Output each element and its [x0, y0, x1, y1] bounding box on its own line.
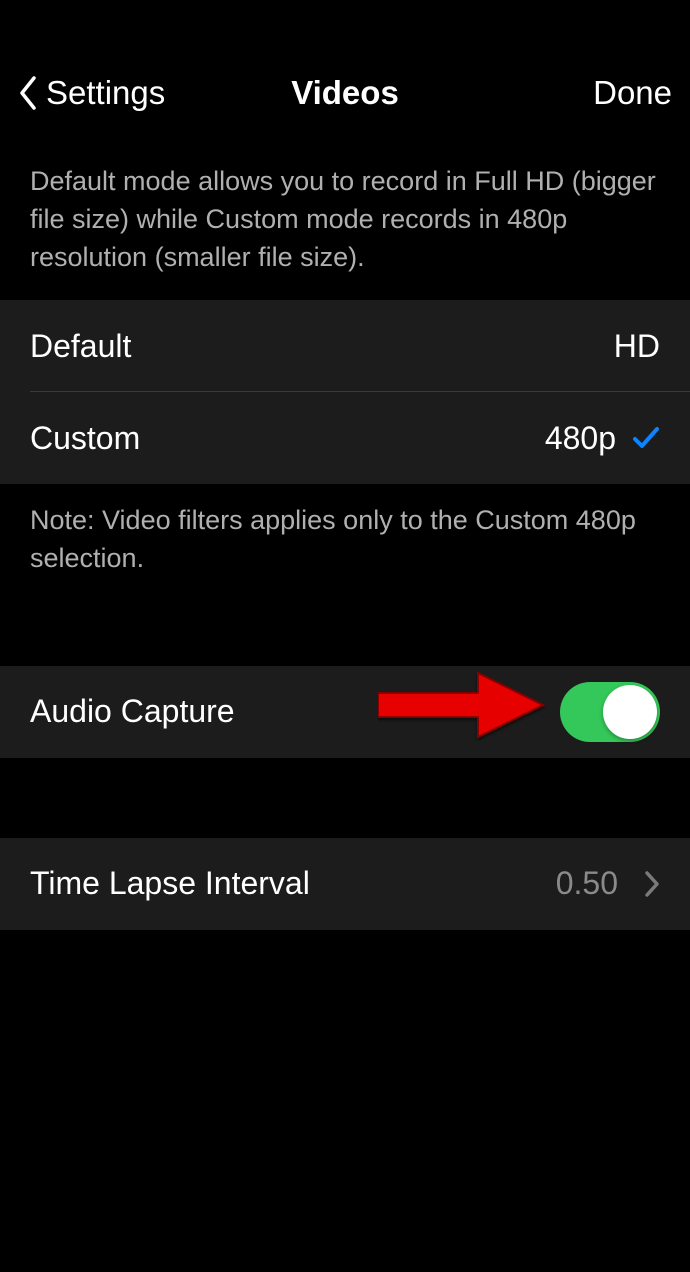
timelapse-value: 0.50: [556, 865, 618, 902]
timelapse-group: Time Lapse Interval 0.50: [0, 838, 690, 930]
custom-value: 480p: [545, 420, 616, 457]
custom-mode-row[interactable]: Custom 480p: [0, 392, 690, 484]
page-title: Videos: [198, 74, 492, 112]
audio-capture-group: Audio Capture: [0, 666, 690, 758]
mode-section-header: Default mode allows you to record in Ful…: [0, 141, 690, 300]
toggle-knob: [603, 685, 657, 739]
back-button[interactable]: Settings: [18, 74, 198, 112]
timelapse-row[interactable]: Time Lapse Interval 0.50: [0, 838, 690, 930]
navbar: Settings Videos Done: [0, 45, 690, 141]
default-mode-row[interactable]: Default HD: [0, 300, 690, 392]
custom-label: Custom: [30, 420, 140, 457]
chevron-right-icon: [644, 870, 660, 898]
mode-section-footer: Note: Video filters applies only to the …: [0, 484, 690, 598]
audio-capture-label: Audio Capture: [30, 693, 235, 730]
timelapse-label: Time Lapse Interval: [30, 865, 310, 902]
chevron-left-icon: [18, 76, 38, 110]
mode-options-group: Default HD Custom 480p: [0, 300, 690, 484]
default-label: Default: [30, 328, 131, 365]
back-label: Settings: [46, 74, 165, 112]
checkmark-icon: [632, 424, 660, 452]
default-value: HD: [614, 328, 660, 365]
done-button[interactable]: Done: [593, 74, 672, 111]
audio-capture-toggle[interactable]: [560, 682, 660, 742]
audio-capture-row: Audio Capture: [0, 666, 690, 758]
